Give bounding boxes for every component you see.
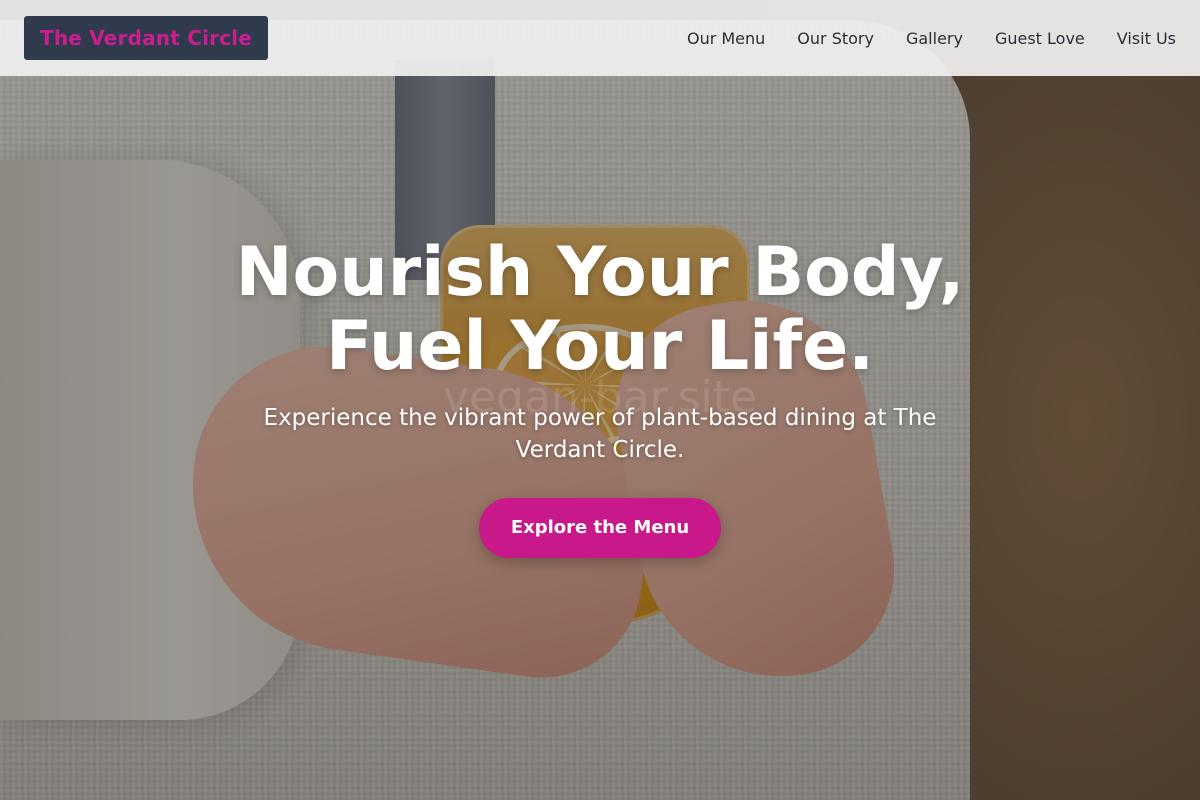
explore-menu-button[interactable]: Explore the Menu [478,498,722,558]
hero-title-line-2: Fuel Your Life. [325,307,875,386]
hero-section: Nourish Your Body, Fuel Your Life. Exper… [0,236,1200,558]
hero-subtitle: Experience the vibrant power of plant-ba… [263,405,937,463]
nav-link-gallery[interactable]: Gallery [906,29,963,48]
brand-logo[interactable]: The Verdant Circle [24,16,269,60]
nav-link-our-story[interactable]: Our Story [797,29,874,48]
page: The Verdant Circle Our Menu Our Story Ga… [0,0,1200,800]
nav-link-guest-love[interactable]: Guest Love [995,29,1085,48]
nav-link-visit-us[interactable]: Visit Us [1117,29,1176,48]
hero-title: Nourish Your Body, Fuel Your Life. [0,236,1200,384]
site-header: The Verdant Circle Our Menu Our Story Ga… [0,0,1200,76]
main-nav: Our Menu Our Story Gallery Guest Love Vi… [687,29,1176,48]
hero-title-line-1: Nourish Your Body, [235,233,965,312]
nav-link-our-menu[interactable]: Our Menu [687,29,765,48]
